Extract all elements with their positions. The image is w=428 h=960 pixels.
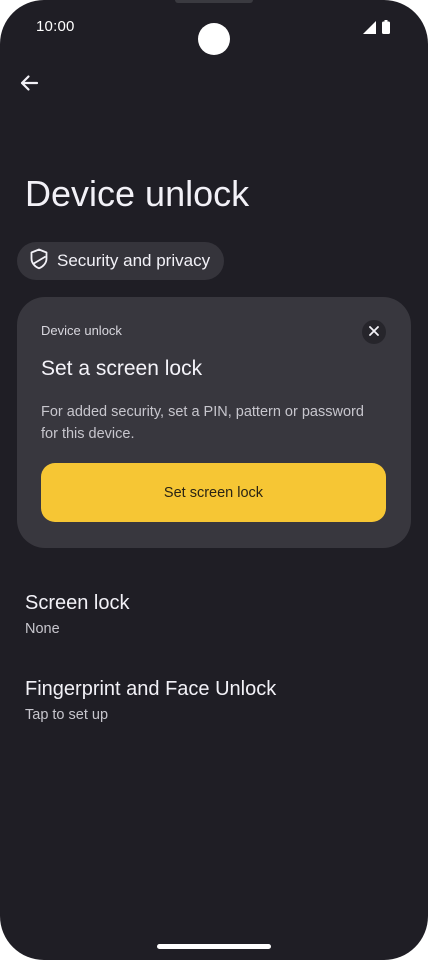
shield-icon: [29, 248, 49, 275]
back-arrow-icon: [19, 73, 39, 98]
dismiss-card-button[interactable]: [362, 320, 386, 344]
set-screen-lock-button[interactable]: Set screen lock: [41, 463, 386, 522]
chip-label: Security and privacy: [57, 251, 211, 270]
security-privacy-chip[interactable]: Security and privacy: [17, 242, 225, 280]
status-time: 10:00: [36, 18, 75, 35]
preference-subtitle: Tap to set up: [25, 707, 109, 723]
card-eyebrow: Device unlock: [41, 323, 122, 338]
preference-title: Fingerprint and Face Unlock: [25, 678, 277, 700]
status-icons: [363, 20, 390, 39]
card-title: Set a screen lock: [41, 357, 203, 380]
gesture-navigation-bar[interactable]: [157, 944, 271, 949]
card-description: For added security, set a PIN, pattern o…: [41, 404, 364, 442]
front-camera: [198, 23, 230, 55]
signal-icon: [363, 20, 376, 39]
page-title: Device unlock: [25, 173, 250, 214]
back-button[interactable]: [15, 71, 43, 99]
close-icon: [369, 323, 379, 341]
phone-screen: 10:00 Device unlock Security and privacy…: [0, 0, 428, 960]
screen-lock-preference[interactable]: Screen lock None: [25, 592, 130, 637]
battery-icon: [382, 20, 390, 39]
preference-subtitle: None: [25, 621, 60, 637]
set-screen-lock-card: Device unlock Set a screen lock For adde…: [17, 297, 411, 548]
fingerprint-face-unlock-preference[interactable]: Fingerprint and Face Unlock Tap to set u…: [25, 678, 276, 723]
preference-title: Screen lock: [25, 592, 130, 614]
speaker-grille: [175, 0, 253, 3]
